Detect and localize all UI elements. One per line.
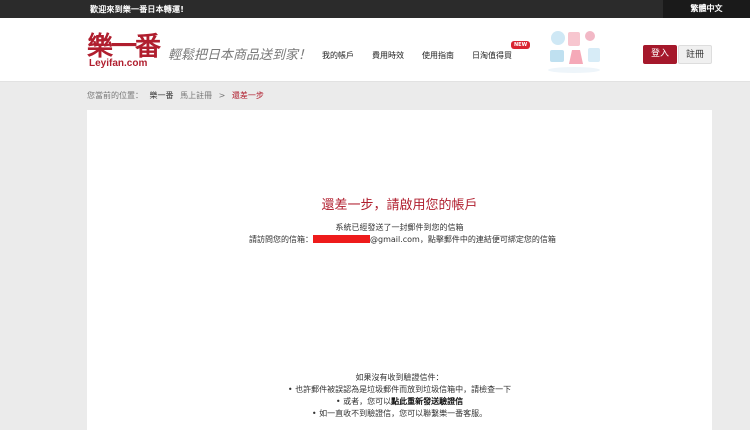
email-redaction	[313, 235, 370, 243]
register-button[interactable]: 註冊	[678, 45, 712, 64]
breadcrumb-separator: >	[218, 91, 226, 100]
breadcrumb-prefix: 您當前的位置：	[87, 91, 143, 100]
header: 樂一番 Leyifan.com 輕鬆把日本商品送到家！ 我的帳戶 費用時效 使用…	[0, 18, 750, 82]
breadcrumb-current: 還差一步	[231, 91, 264, 100]
logo-english: Leyifan.com	[89, 58, 148, 69]
help-heading: 如果沒有收到驗證信件：	[355, 373, 444, 382]
content-card: 還差一步，請啟用您的帳戶 系統已經發送了一封郵件到您的信箱 請訪問您的信箱： @g…	[87, 110, 712, 430]
email-domain: @gmail.com	[370, 235, 420, 244]
welcome-text: 歡迎來到樂一番日本轉運!	[90, 5, 185, 14]
nav-guide[interactable]: 使用指南	[422, 50, 454, 61]
shopping-illustration-icon	[548, 31, 600, 73]
nav-deals[interactable]: 日淘值得買	[472, 50, 512, 61]
new-badge: NEW	[511, 41, 531, 49]
visit-email-message: 請訪問您的信箱： @gmail.com，點擊郵件中的連結便可綁定您的信箱	[249, 234, 556, 245]
breadcrumb: 您當前的位置： 樂一番 馬上註冊 > 還差一步	[87, 90, 268, 101]
slogan: 輕鬆把日本商品送到家！	[168, 48, 312, 63]
nav-fees[interactable]: 費用時效	[372, 50, 404, 61]
help-tip-resend-prefix: • 或者，您可以	[335, 397, 392, 406]
login-button[interactable]: 登入	[643, 45, 677, 64]
help-tip-resend: • 或者，您可以點此重新發送驗證信	[87, 396, 712, 408]
resend-verification-link[interactable]: 點此重新發送驗證信	[391, 397, 463, 406]
breadcrumb-parent[interactable]: 馬上註冊	[180, 91, 212, 100]
breadcrumb-home[interactable]: 樂一番	[150, 91, 174, 100]
visit-prefix: 請訪問您的信箱：	[249, 235, 313, 244]
help-tip-contact: • 如一直收不到驗證信，您可以聯繫樂一番客服。	[311, 409, 488, 418]
top-bar: 歡迎來到樂一番日本轉運! 繁體中文	[0, 0, 750, 18]
nav-my-account[interactable]: 我的帳戶	[322, 50, 354, 61]
visit-suffix: ，點擊郵件中的連結便可綁定您的信箱	[419, 235, 556, 244]
page-title: 還差一步，請啟用您的帳戶	[321, 198, 478, 213]
email-sent-message: 系統已經發送了一封郵件到您的信箱	[335, 223, 464, 232]
language-selector[interactable]: 繁體中文	[663, 0, 750, 18]
site-logo[interactable]: 樂一番 Leyifan.com	[87, 28, 162, 74]
help-tip-spam: • 也許郵件被誤認為是垃圾郵件而放到垃圾信箱中，請檢查一下	[287, 385, 512, 394]
help-section: 如果沒有收到驗證信件： • 也許郵件被誤認為是垃圾郵件而放到垃圾信箱中，請檢查一…	[87, 372, 712, 420]
